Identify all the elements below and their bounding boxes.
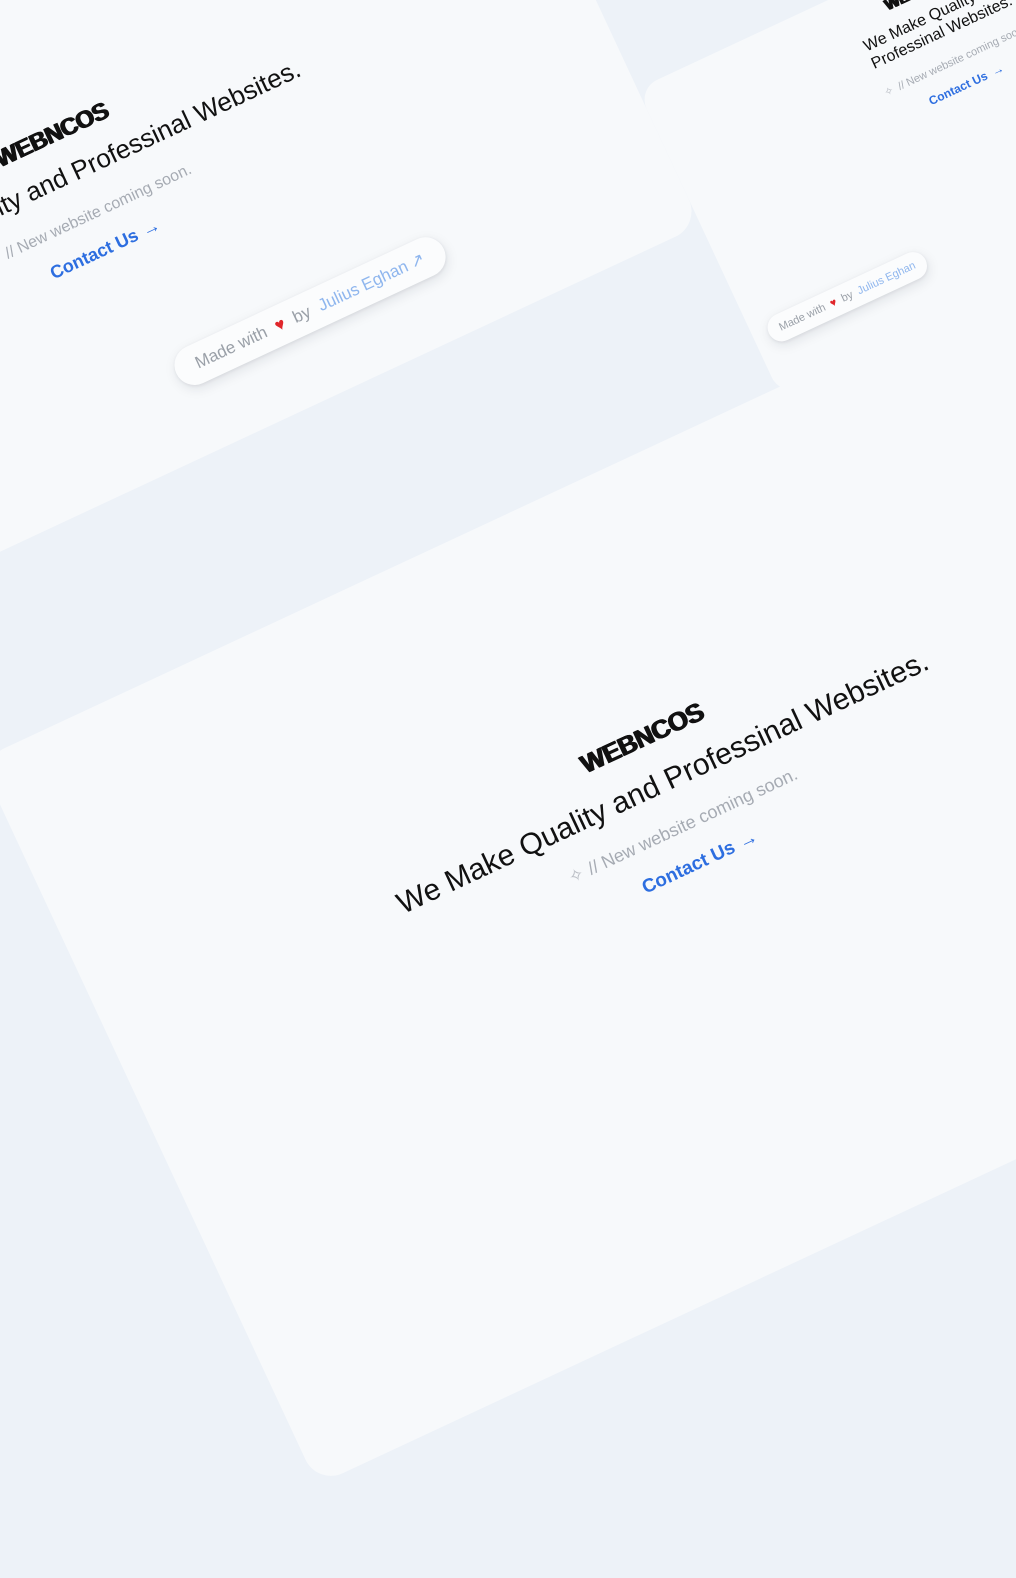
- external-link-icon: ↗: [406, 248, 428, 273]
- sparkle-icon: ✧: [882, 84, 896, 100]
- heart-icon: ♥: [828, 296, 840, 310]
- heart-icon: ♥: [271, 313, 289, 336]
- sparkle-icon: ✧: [565, 863, 588, 888]
- author-link[interactable]: Julius Eghan: [315, 257, 412, 316]
- author-link[interactable]: Julius Eghan: [855, 260, 917, 298]
- sparkle-icon: ✧: [0, 249, 5, 271]
- arrow-right-icon: →: [989, 61, 1007, 79]
- arrow-right-icon: →: [138, 214, 164, 241]
- made-with-badge[interactable]: Made with ♥ by Julius Eghan ↗: [167, 230, 453, 392]
- made-with-badge[interactable]: Made with ♥ by Julius Eghan: [762, 247, 932, 346]
- arrow-right-icon: →: [735, 826, 762, 854]
